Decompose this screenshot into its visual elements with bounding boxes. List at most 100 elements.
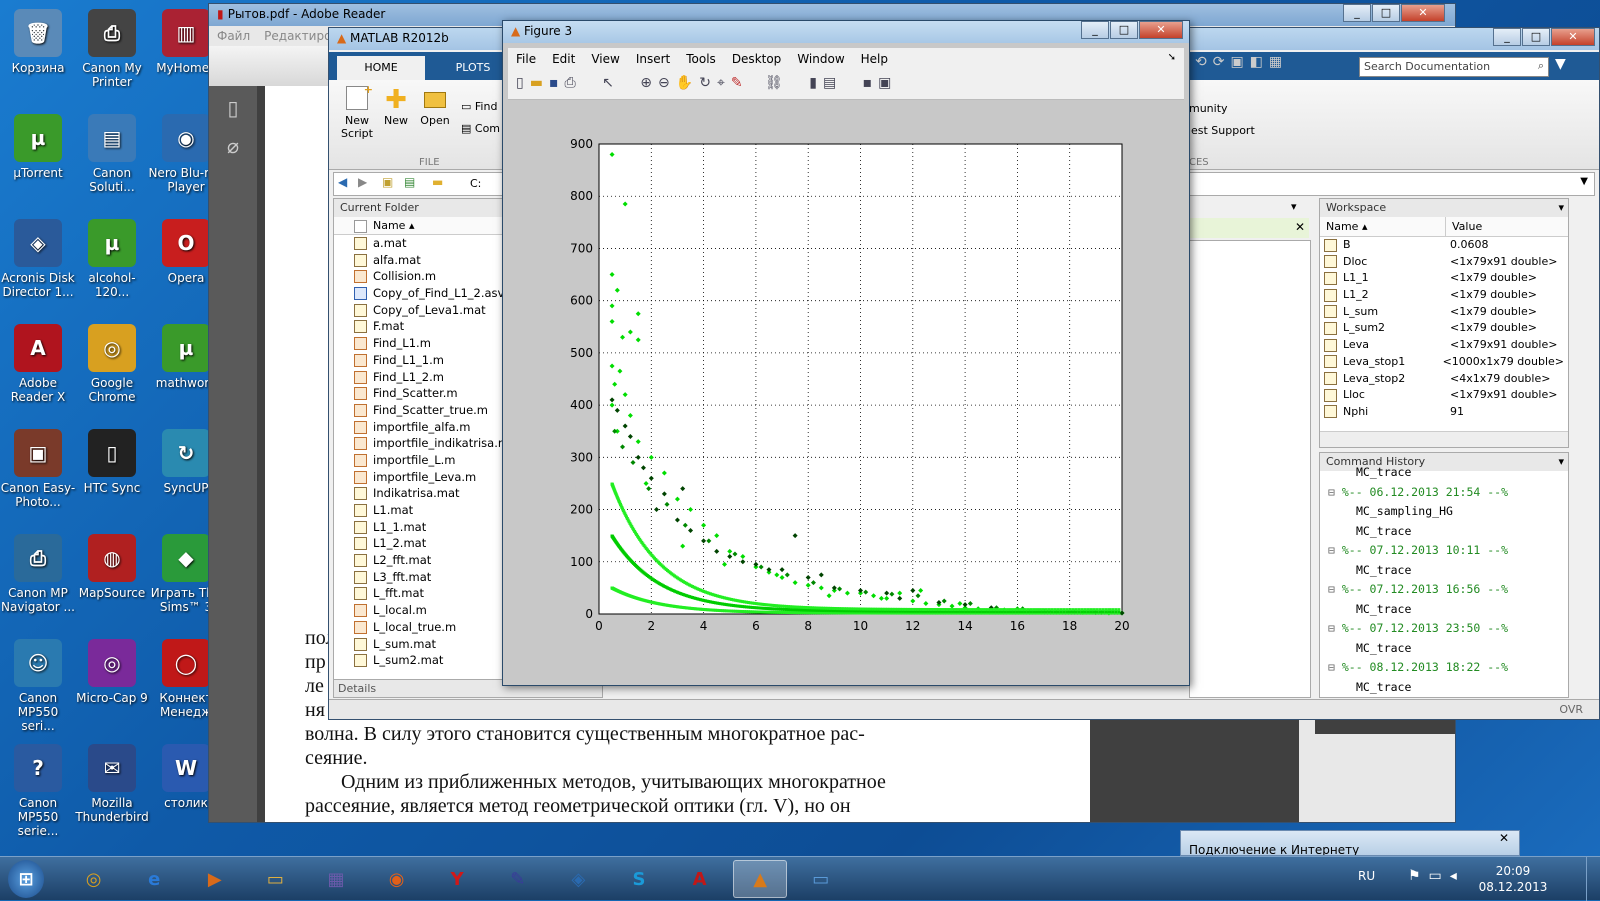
- history-command[interactable]: MC_trace: [1320, 563, 1568, 583]
- history-session[interactable]: ⊟ %-- 08.12.2013 18:22 --%: [1320, 660, 1568, 680]
- collapse-icon[interactable]: ⊟: [1328, 582, 1342, 596]
- workspace-row[interactable]: B 0.0608: [1320, 237, 1568, 254]
- desktop-icon[interactable]: ☺ Canon MP550 seri...: [0, 633, 76, 738]
- dock-icon[interactable]: ➘: [1168, 52, 1176, 66]
- new-figure-icon[interactable]: ▯: [516, 75, 530, 91]
- history-command[interactable]: MC_trace: [1320, 602, 1568, 622]
- clock[interactable]: 20:09 08.12.2013: [1470, 863, 1556, 895]
- taskbar-ie[interactable]: e: [127, 860, 181, 898]
- workspace-options-icon[interactable]: ▾: [1558, 201, 1564, 214]
- community-link[interactable]: munity: [1189, 102, 1228, 115]
- desktop-icon[interactable]: ◍ MapSource: [74, 528, 150, 633]
- collapse-icon[interactable]: ⊟: [1328, 543, 1342, 557]
- maximize-button[interactable]: □: [1522, 28, 1550, 46]
- workspace-name-column[interactable]: Name ▴: [1320, 217, 1446, 236]
- menu-desktop[interactable]: Desktop: [732, 52, 782, 66]
- back-icon[interactable]: ◀: [338, 175, 347, 189]
- support-link[interactable]: uest Support: [1184, 124, 1255, 137]
- taskbar-chrome[interactable]: ◎: [67, 860, 121, 898]
- taskbar-safari[interactable]: ◈: [551, 860, 605, 898]
- history-session[interactable]: ⊟ %-- 07.12.2013 16:56 --%: [1320, 582, 1568, 602]
- menu-file[interactable]: Файл: [217, 29, 250, 43]
- menu-view[interactable]: View: [591, 52, 619, 66]
- show-tools-icon[interactable]: ▣: [878, 75, 897, 91]
- maximize-button[interactable]: □: [1110, 21, 1138, 39]
- menu-insert[interactable]: Insert: [636, 52, 670, 66]
- figure-window-buttons[interactable]: _ □ ✕: [1080, 21, 1183, 39]
- history-command[interactable]: MC_trace: [1320, 641, 1568, 661]
- desktop-icon[interactable]: ◎ Micro-Cap 9: [74, 633, 150, 738]
- workspace-row[interactable]: Dloc <1x79x91 double>: [1320, 254, 1568, 271]
- taskbar-acrobat[interactable]: A: [673, 860, 727, 898]
- taskbar-editor[interactable]: ✎: [491, 860, 545, 898]
- minimize-button[interactable]: _: [1493, 28, 1521, 46]
- search-box[interactable]: Search Documentation ⌕: [1359, 57, 1549, 77]
- workspace-row[interactable]: L1_1 <1x79 double>: [1320, 270, 1568, 287]
- workspace-row[interactable]: Leva_stop1 <1000x1x79 double>: [1320, 354, 1568, 371]
- history-command[interactable]: MC_trace: [1320, 680, 1568, 698]
- collapse-icon[interactable]: ⊟: [1328, 485, 1342, 499]
- menu-tools[interactable]: Tools: [686, 52, 716, 66]
- history-session[interactable]: ⊟ %-- 06.12.2013 21:54 --%: [1320, 485, 1568, 505]
- history-options-icon[interactable]: ▾: [1558, 455, 1564, 468]
- desktop-icon[interactable]: ◈ Acronis Disk Director 1...: [0, 213, 76, 318]
- desktop-icon[interactable]: ▣ Canon Easy-Photo...: [0, 423, 76, 528]
- open-button[interactable]: Open: [419, 86, 451, 127]
- new-button[interactable]: ✚ New: [381, 86, 411, 127]
- path-drive[interactable]: C:: [470, 177, 481, 190]
- zoom-in-icon[interactable]: ⊕: [640, 75, 658, 91]
- menu-help[interactable]: Help: [861, 52, 888, 66]
- adobe-window-buttons[interactable]: _ □ ✕: [1342, 4, 1445, 22]
- workspace-hscroll[interactable]: [1320, 431, 1568, 447]
- preview-close-icon[interactable]: ✕: [1499, 831, 1509, 845]
- history-command[interactable]: MC_trace: [1320, 465, 1568, 485]
- desktop-icon[interactable]: 🗑 Корзина: [0, 3, 76, 108]
- history-command[interactable]: MC_sampling_HG: [1320, 504, 1568, 524]
- close-button[interactable]: ✕: [1551, 28, 1595, 46]
- compare-button[interactable]: ▤ Com: [461, 122, 500, 135]
- menu-edit[interactable]: Edit: [552, 52, 575, 66]
- workspace-row[interactable]: Lloc <1x79x91 double>: [1320, 387, 1568, 404]
- pointer-icon[interactable]: ↖: [602, 75, 620, 91]
- find-files-button[interactable]: ▭ Find: [461, 100, 497, 113]
- pan-icon[interactable]: ✋: [676, 75, 699, 91]
- taskbar-explorer[interactable]: ▭: [248, 860, 302, 898]
- taskbar-yandex[interactable]: Y: [430, 860, 484, 898]
- workspace-row[interactable]: Leva_stop2 <4x1x79 double>: [1320, 371, 1568, 388]
- workspace-row[interactable]: L1_2 <1x79 double>: [1320, 287, 1568, 304]
- desktop-icon[interactable]: µ alcohol-120...: [74, 213, 150, 318]
- path-dropdown-icon[interactable]: ▼: [1580, 176, 1588, 187]
- rotate-icon[interactable]: ↻: [699, 75, 717, 91]
- command-window-options-icon[interactable]: ▾: [1291, 200, 1297, 213]
- data-cursor-icon[interactable]: ⌖: [717, 75, 731, 91]
- workspace-row[interactable]: L_sum2 <1x79 double>: [1320, 320, 1568, 337]
- desktop-icon[interactable]: ▯ HTC Sync: [74, 423, 150, 528]
- taskbar-figure[interactable]: ▭: [794, 860, 848, 898]
- browse-icon[interactable]: ▤: [404, 175, 415, 189]
- taskbar-firefox[interactable]: ◉: [370, 860, 424, 898]
- workspace-value-column[interactable]: Value: [1446, 217, 1488, 236]
- taskbar-matlab[interactable]: ▲: [733, 860, 788, 898]
- desktop-icon[interactable]: µ µTorrent: [0, 108, 76, 213]
- pages-icon[interactable]: ▯: [209, 96, 257, 120]
- search-input[interactable]: Search Documentation: [1364, 60, 1490, 73]
- search-icon[interactable]: ⌕: [1538, 59, 1544, 73]
- figure-window[interactable]: ▲ Figure 3 _ □ ✕ File Edit View Insert Too…: [502, 20, 1190, 686]
- forward-icon[interactable]: ▶: [358, 175, 367, 189]
- menu-file[interactable]: File: [516, 52, 536, 66]
- history-session[interactable]: ⊟ %-- 07.12.2013 10:11 --%: [1320, 543, 1568, 563]
- collapse-icon[interactable]: ⊟: [1328, 621, 1342, 635]
- brush-icon[interactable]: ✎: [731, 75, 749, 91]
- maximize-button[interactable]: □: [1372, 4, 1400, 22]
- show-desktop-button[interactable]: [1586, 857, 1600, 901]
- new-script-button[interactable]: + New Script: [339, 83, 375, 140]
- taskbar-app[interactable]: ▦: [309, 860, 363, 898]
- desktop-icon[interactable]: ⎙ Canon My Printer: [74, 3, 150, 108]
- language-indicator[interactable]: RU: [1358, 869, 1375, 883]
- start-button[interactable]: ⊞: [8, 860, 44, 898]
- tab-home[interactable]: HOME: [337, 56, 425, 80]
- zoom-out-icon[interactable]: ⊖: [658, 75, 676, 91]
- desktop-icon[interactable]: ▤ Canon Soluti...: [74, 108, 150, 213]
- link-icon[interactable]: ⛓: [765, 75, 789, 91]
- filter-icon[interactable]: ▼: [1555, 56, 1566, 72]
